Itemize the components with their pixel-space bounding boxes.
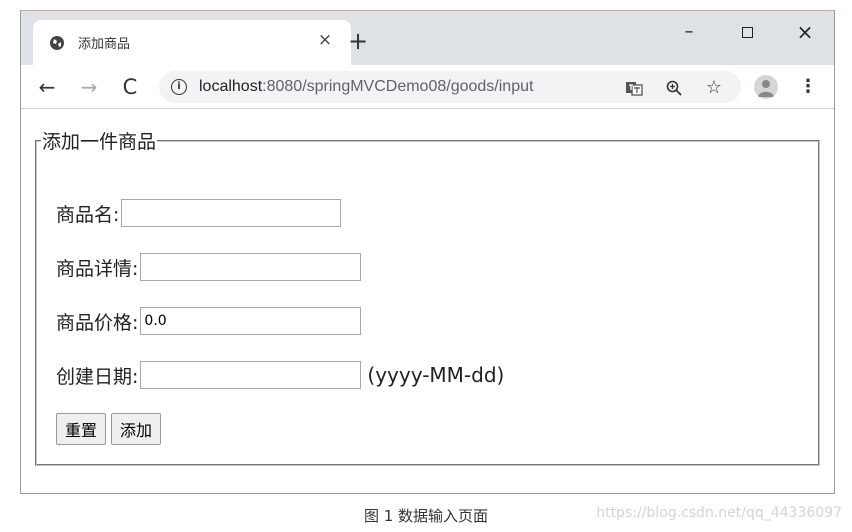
person-icon — [758, 80, 774, 97]
goods-detail-label: 商品详情: — [56, 257, 139, 280]
form-buttons-row: 重置 添加 — [56, 412, 166, 446]
goods-detail-row: 商品详情: — [56, 252, 362, 282]
goods-detail-input[interactable] — [140, 253, 362, 281]
tab-close-icon[interactable]: × — [315, 30, 335, 50]
window-close-icon[interactable]: × — [785, 17, 825, 47]
minimize-icon[interactable]: – — [669, 17, 709, 47]
create-date-row: 创建日期: (yyyy-MM-dd) — [56, 360, 504, 390]
info-icon[interactable]: i — [171, 79, 187, 95]
back-arrow-icon[interactable]: ← — [34, 74, 60, 100]
watermark: https://blog.csdn.net/qq_44336097 — [596, 505, 842, 521]
create-date-label: 创建日期: — [56, 365, 139, 388]
kebab-menu-icon[interactable]: ⋮ — [799, 74, 817, 100]
form-legend: 添加一件商品 — [42, 131, 157, 153]
profile-avatar-icon[interactable] — [754, 75, 778, 99]
globe-icon — [50, 36, 64, 50]
goods-price-input[interactable] — [140, 307, 362, 335]
reset-button[interactable]: 重置 — [56, 413, 107, 445]
url-text[interactable]: localhost:8080/springMVCDemo08/goods/inp… — [199, 78, 533, 96]
goods-price-row: 商品价格: — [56, 306, 362, 336]
tab-strip: 添加商品 × + – × — [21, 11, 834, 65]
translate-icon[interactable] — [625, 79, 643, 97]
new-tab-icon[interactable]: + — [346, 29, 370, 54]
browser-toolbar: ← → C i localhost:8080/springMVCDemo08/g… — [21, 65, 834, 109]
url-host: localhost — [199, 78, 263, 95]
bookmark-star-icon[interactable]: ☆ — [705, 79, 723, 97]
address-bar[interactable]: i localhost:8080/springMVCDemo08/goods/i… — [159, 71, 741, 103]
date-format-hint: (yyyy-MM-dd) — [367, 363, 505, 387]
goods-name-input[interactable] — [121, 199, 342, 227]
page-content: 添加一件商品 商品名: 商品详情: 商品价格: 创建日期: (yyyy-MM-d… — [21, 110, 834, 493]
maximize-icon[interactable] — [727, 17, 767, 47]
forward-arrow-icon[interactable]: → — [76, 74, 102, 100]
reload-icon[interactable]: C — [117, 74, 143, 100]
create-date-input[interactable] — [140, 361, 362, 389]
goods-name-row: 商品名: — [56, 198, 342, 228]
goods-price-label: 商品价格: — [56, 311, 139, 334]
add-button[interactable]: 添加 — [111, 413, 162, 445]
goods-name-label: 商品名: — [56, 203, 120, 226]
browser-window: 添加商品 × + – × ← → C i localhost:8080/spri… — [20, 10, 835, 494]
tab-active[interactable]: 添加商品 × — [33, 20, 351, 65]
tab-title: 添加商品 — [78, 37, 131, 52]
zoom-icon[interactable] — [665, 79, 683, 97]
url-path: :8080/springMVCDemo08/goods/input — [262, 78, 534, 95]
goods-form-fieldset: 添加一件商品 商品名: 商品详情: 商品价格: 创建日期: (yyyy-MM-d… — [35, 127, 820, 466]
